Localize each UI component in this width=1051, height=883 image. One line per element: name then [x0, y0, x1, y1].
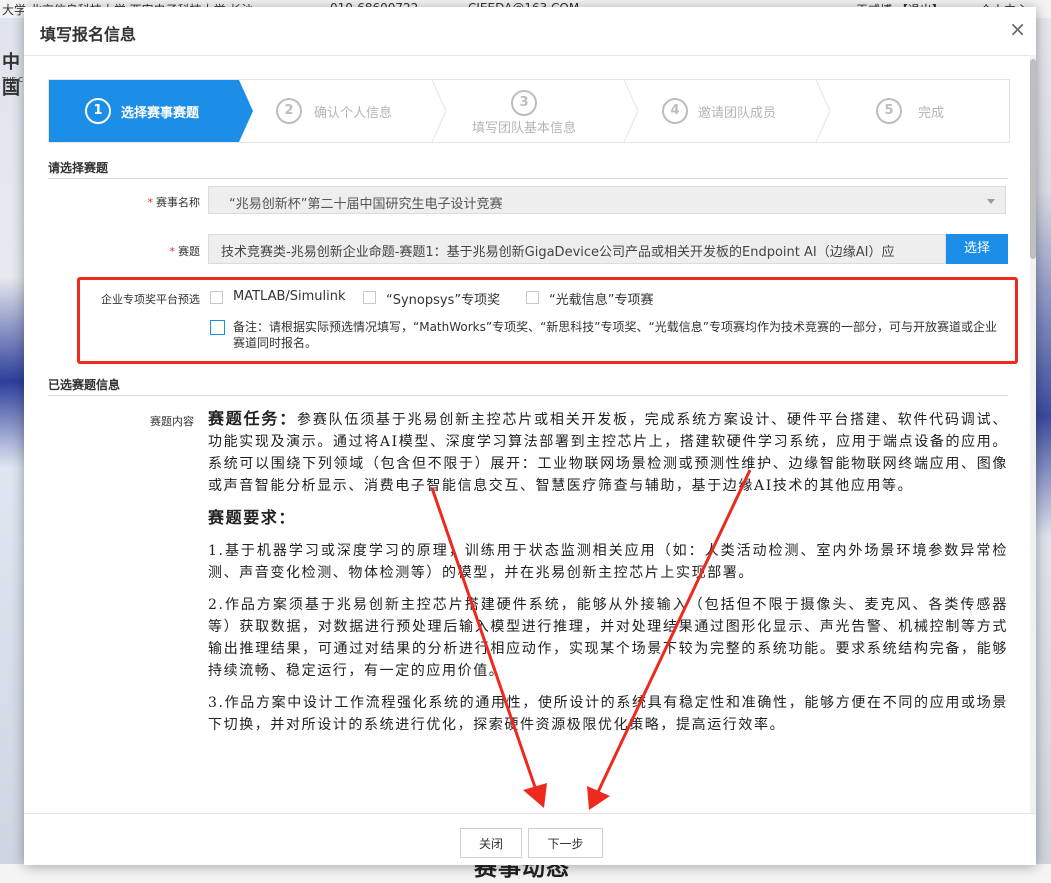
step-1-number: 1 — [85, 98, 111, 124]
section-select-topic: 请选择赛题 — [48, 159, 1008, 179]
event-name-select[interactable]: “兆易创新杯”第二十届中国研究生电子设计竞赛 — [208, 186, 1006, 214]
task-heading: 赛题任务： — [208, 409, 298, 428]
topic-label: * 赛题 — [169, 245, 201, 258]
registration-modal: 填写报名信息 × 1 选择赛事赛题 2 确认个人信息 3 填写团队基本信息 4 — [24, 7, 1036, 865]
step-5-number: 5 — [876, 98, 902, 124]
modal-body: 1 选择赛事赛题 2 确认个人信息 3 填写团队基本信息 4 邀请团队成员 5 … — [24, 55, 1036, 813]
background-logo: 中国 — [2, 52, 20, 99]
task-text: 参赛队伍须基于兆易创新主控芯片或相关开发板，完成系统方案设计、硬件平台搭建、软件… — [208, 412, 1008, 494]
topic-content: 赛题任务：参赛队伍须基于兆易创新主控芯片或相关开发板，完成系统方案设计、硬件平台… — [208, 408, 1008, 746]
event-name-label: * 赛事名称 — [147, 196, 201, 209]
topic-content-label: 赛题内容 — [150, 415, 194, 428]
event-name-value: “兆易创新杯”第二十届中国研究生电子设计竞赛 — [229, 197, 503, 212]
step-4: 4 邀请团队成员 — [638, 80, 816, 142]
choose-topic-button[interactable]: 选择 — [946, 234, 1008, 264]
requirements-heading: 赛题要求： — [208, 508, 297, 527]
close-button[interactable]: 关闭 — [460, 828, 522, 858]
step-3-number: 3 — [511, 90, 537, 116]
next-step-button[interactable]: 下一步 — [528, 828, 603, 858]
requirements-heading-paragraph: 赛题要求： — [208, 507, 1008, 530]
step-3-label: 填写团队基本信息 — [472, 121, 577, 136]
modal-scrollbar-thumb[interactable] — [1030, 59, 1036, 259]
modal-scrollbar[interactable] — [1030, 55, 1036, 813]
background-logo-subtitle: THE C — [2, 76, 24, 84]
background-right-strip — [1036, 18, 1051, 883]
step-4-number: 4 — [662, 98, 688, 124]
progress-steps: 1 选择赛事赛题 2 确认个人信息 3 填写团队基本信息 4 邀请团队成员 5 … — [48, 79, 1010, 143]
step-2-number: 2 — [276, 98, 302, 124]
background-left-strip: 中国 THE C — [0, 18, 24, 883]
step-2-label: 确认个人信息 — [314, 106, 393, 121]
step-divider-2 — [432, 80, 446, 142]
section-selected-topic: 已选赛题信息 — [48, 376, 1008, 396]
requirement-2: 2.作品方案须基于兆易创新主控芯片搭建硬件系统，能够从外接输入（包括但不限于摄像… — [208, 597, 1008, 679]
task-paragraph: 赛题任务：参赛队伍须基于兆易创新主控芯片或相关开发板，完成系统方案设计、硬件平台… — [208, 408, 1008, 497]
step-5: 5 完成 — [830, 80, 1008, 142]
step-1-label: 选择赛事赛题 — [121, 106, 200, 121]
modal-header: 填写报名信息 × — [24, 7, 1036, 56]
requirement-1: 1.基于机器学习或深度学习的原理，训练用于状态监测相关应用（如：人类活动检测、室… — [208, 543, 1008, 581]
chevron-down-icon — [987, 199, 995, 204]
annotation-highlight-box — [77, 277, 1018, 364]
topic-field[interactable]: 技术竞赛类-兆易创新企业命题-赛题1：基于兆易创新GigaDevice公司产品或… — [208, 234, 946, 264]
modal-title: 填写报名信息 — [40, 25, 137, 44]
step-3: 3 填写团队基本信息 — [446, 80, 624, 142]
close-icon[interactable]: × — [1009, 17, 1026, 41]
requirement-3: 3.作品方案中设计工作流程强化系统的通用性，使所设计的系统具有稳定性和准确性，能… — [208, 695, 1008, 733]
modal-footer: 关闭 下一步 — [24, 813, 1036, 865]
topic-value: 技术竞赛类-兆易创新企业命题-赛题1：基于兆易创新GigaDevice公司产品或… — [221, 245, 895, 260]
step-divider-3 — [624, 80, 638, 142]
step-divider-4 — [816, 80, 830, 142]
step-2: 2 确认个人信息 — [254, 80, 432, 142]
step-5-label: 完成 — [918, 106, 945, 121]
step-4-label: 邀请团队成员 — [698, 106, 777, 121]
step-1: 1 选择赛事赛题 — [49, 80, 253, 142]
step-1-arrow — [239, 80, 253, 142]
